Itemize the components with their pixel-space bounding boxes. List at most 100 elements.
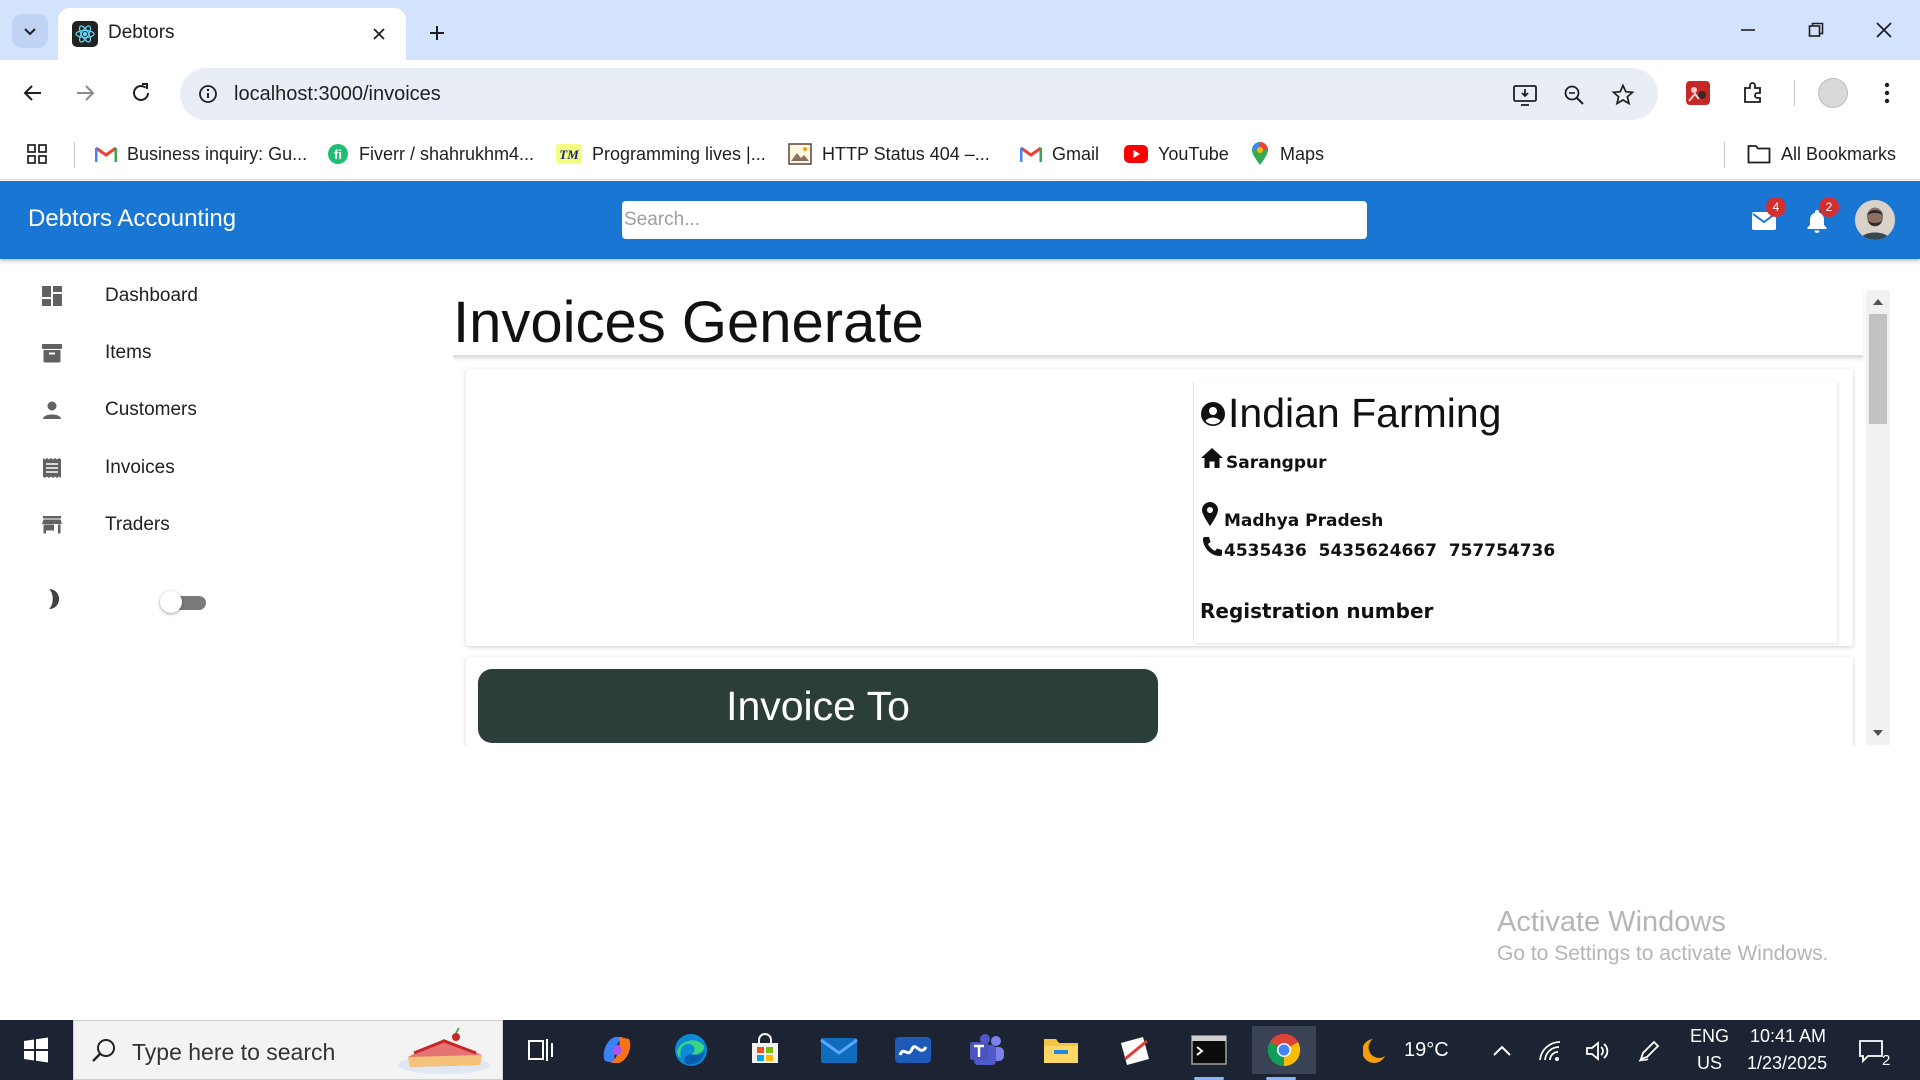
- start-button[interactable]: [12, 1030, 60, 1070]
- bookmark-http-404[interactable]: HTTP Status 404 –...: [788, 136, 990, 172]
- network-icon[interactable]: [1538, 1038, 1564, 1064]
- copilot-app[interactable]: [588, 1026, 646, 1074]
- location-pin-icon: [1202, 502, 1218, 526]
- snipping-icon: [1121, 1037, 1149, 1065]
- notification-center-icon[interactable]: [1858, 1038, 1884, 1064]
- install-app-icon[interactable]: [1510, 80, 1540, 110]
- image-icon: [788, 143, 812, 165]
- sidebar-item-dashboard[interactable]: Dashboard: [0, 268, 440, 324]
- teams-app[interactable]: [958, 1026, 1016, 1074]
- bookmark-label: YouTube: [1158, 143, 1229, 164]
- whiteboard-app[interactable]: [884, 1026, 942, 1074]
- back-button[interactable]: [14, 74, 52, 112]
- extension-app-icon[interactable]: [1679, 74, 1717, 112]
- restore-button[interactable]: [1788, 8, 1844, 52]
- sidebar-item-label: Invoices: [105, 457, 175, 478]
- terminal-icon: [1191, 1035, 1227, 1065]
- task-view-button[interactable]: [512, 1026, 570, 1074]
- arrow-left-icon: [23, 85, 41, 101]
- browser-toolbar: localhost:3000/invoices: [0, 60, 1920, 128]
- clock-date[interactable]: 1/23/2025: [1747, 1053, 1827, 1074]
- sidebar-item-customers[interactable]: Customers: [0, 382, 440, 438]
- chevron-up-icon[interactable]: [1489, 1038, 1515, 1064]
- bookmark-youtube[interactable]: YouTube: [1124, 136, 1229, 172]
- bookmarks-separator: [74, 142, 75, 168]
- mail-button[interactable]: 4: [1744, 197, 1786, 241]
- browser-tab-active[interactable]: Debtors: [58, 8, 406, 60]
- apps-icon[interactable]: [26, 136, 48, 172]
- bookmark-label: Fiverr / shahrukhm4...: [359, 143, 535, 164]
- reload-button[interactable]: [122, 74, 160, 112]
- clock-time[interactable]: 10:41 AM: [1750, 1026, 1826, 1047]
- watermark-subtitle: Go to Settings to activate Windows.: [1497, 942, 1829, 965]
- notification-count: 2: [1882, 1052, 1891, 1069]
- site-info-icon[interactable]: [194, 80, 222, 108]
- snipping-tool-app[interactable]: [1106, 1026, 1164, 1074]
- tab-close-button[interactable]: [366, 21, 392, 47]
- mail-app[interactable]: [810, 1026, 868, 1074]
- svg-text:TM: TM: [559, 147, 579, 162]
- address-bar[interactable]: localhost:3000/invoices: [180, 68, 1658, 120]
- tm-icon: TM: [556, 144, 582, 164]
- language-indicator[interactable]: ENG: [1690, 1026, 1729, 1047]
- notifications-button[interactable]: 2: [1797, 197, 1839, 241]
- bookmark-programming-lives[interactable]: TM Programming lives |...: [556, 136, 766, 172]
- scroll-thumb[interactable]: [1869, 314, 1887, 424]
- tab-search-button[interactable]: [12, 14, 48, 48]
- youtube-icon: [1124, 145, 1148, 163]
- toggle-thumb: [160, 591, 182, 613]
- bookmark-business-inquiry[interactable]: Business inquiry: Gu...: [95, 136, 307, 172]
- terminal-app[interactable]: [1180, 1026, 1238, 1080]
- taskbar-search-box[interactable]: Type here to search: [73, 1020, 503, 1080]
- scroll-down-arrow-icon[interactable]: [1872, 727, 1884, 739]
- volume-icon[interactable]: [1585, 1038, 1611, 1064]
- edge-app[interactable]: [662, 1026, 720, 1074]
- bookmarks-bar: Business inquiry: Gu... fi Fiverr / shah…: [0, 128, 1920, 180]
- page-title-bar: Invoices Generate: [453, 289, 1863, 357]
- sidebar-item-invoices[interactable]: Invoices: [0, 440, 440, 496]
- invoice-content: Invoices Generate Indian Farming Sarangp…: [453, 289, 1891, 746]
- browser-menu-icon[interactable]: [1868, 74, 1906, 112]
- weather-moon-icon[interactable]: [1362, 1038, 1388, 1064]
- bookmark-star-icon[interactable]: [1608, 80, 1638, 110]
- company-name-row: Indian Farming: [1200, 391, 1501, 435]
- zoom-icon[interactable]: [1559, 80, 1589, 110]
- app-title: Debtors Accounting: [28, 205, 237, 232]
- page-title: Invoices Generate: [453, 290, 924, 355]
- pen-icon[interactable]: [1636, 1038, 1662, 1064]
- chrome-app[interactable]: [1252, 1026, 1316, 1080]
- bookmark-fiverr[interactable]: fi Fiverr / shahrukhm4...: [327, 136, 534, 172]
- tab-title: Debtors: [108, 22, 175, 43]
- forward-button[interactable]: [66, 74, 104, 112]
- activate-windows-watermark: Activate Windows Go to Settings to activ…: [1497, 904, 1829, 968]
- content-scrollbar[interactable]: [1866, 290, 1890, 745]
- bookmark-label: Maps: [1280, 143, 1325, 164]
- scroll-up-arrow-icon[interactable]: [1872, 296, 1884, 308]
- account-circle-icon: [1201, 402, 1225, 426]
- user-avatar[interactable]: [1855, 200, 1895, 240]
- search-input[interactable]: [622, 201, 1367, 239]
- sidebar-item-items[interactable]: Items: [0, 325, 440, 381]
- user-photo-icon: [1855, 200, 1895, 240]
- minimize-button[interactable]: [1720, 8, 1776, 52]
- gmail-icon: [1020, 146, 1042, 162]
- dark-mode-toggle[interactable]: [160, 590, 208, 614]
- bookmark-maps[interactable]: Maps: [1250, 136, 1324, 172]
- windows-logo-icon: [24, 1037, 48, 1063]
- app-header: Debtors Accounting 4 2: [0, 181, 1920, 259]
- company-state: Madhya Pradesh: [1224, 511, 1384, 531]
- extensions-icon[interactable]: [1734, 74, 1772, 112]
- all-bookmarks-button[interactable]: All Bookmarks: [1747, 136, 1896, 172]
- sidebar-item-traders[interactable]: Traders: [0, 497, 440, 553]
- new-tab-button[interactable]: [420, 16, 454, 50]
- region-indicator[interactable]: US: [1697, 1053, 1722, 1074]
- bookmark-gmail[interactable]: Gmail: [1020, 136, 1099, 172]
- file-explorer-app[interactable]: [1032, 1026, 1090, 1074]
- profile-avatar-icon[interactable]: [1814, 74, 1852, 112]
- microsoft-store-app[interactable]: [736, 1026, 794, 1074]
- weather-temperature[interactable]: 19°C: [1404, 1039, 1449, 1062]
- maps-icon: [1252, 142, 1268, 165]
- store-icon: [752, 1033, 778, 1063]
- company-phones: 4535436 5435624667 757754736: [1224, 541, 1556, 561]
- close-window-button[interactable]: [1856, 8, 1912, 52]
